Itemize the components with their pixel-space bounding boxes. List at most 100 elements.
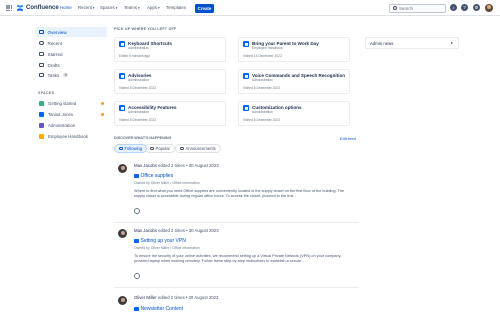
feed-author[interactable]: Max Jacobs [134,163,157,168]
feed-item-header: Oliver Miller edited 2 times • 30 August… [134,295,218,300]
draft-icon [39,62,44,68]
card-title: Customization options [252,104,302,110]
recent-page-card[interactable]: Advisories Administration Visited 8 Dece… [114,69,226,94]
chevron-down-icon: ▾ [92,6,95,10]
feed-item-header: Max Jacobs edited 2 times • 30 August 20… [134,228,219,233]
recent-page-card[interactable]: Bring your Parent to Work Day Employee H… [238,37,350,62]
recent-page-card[interactable]: Voice Commands and Speech Recognition Ad… [238,69,350,94]
card-meta: Visited 8 December 2023 [243,117,280,122]
add-reaction-icon[interactable] [134,273,140,279]
feed-item: Max Jacobs edited 2 times • 30 August 20… [114,163,359,218]
space-label: Employee Handbook [48,134,88,139]
space-item-tanisa-jones[interactable]: Tanisa Jones [35,110,107,119]
tab-label: Popular [155,146,170,151]
feed-author[interactable]: Max Jacobs [134,228,157,233]
recent-page-card[interactable]: Customization options Administration Vis… [238,101,350,126]
feed-page-title-text: Setting up your VPN [140,238,186,244]
space-label: Administration [48,123,76,128]
feed-page-title-text: Office supplies [140,173,174,179]
card-meta: Visited 8 December 2023 [243,85,280,90]
sidebar-item-starred[interactable]: Starred [35,49,107,59]
nav-apps[interactable]: Apps▾ [147,5,160,10]
avatar[interactable] [118,296,127,305]
tab-popular[interactable]: Popular [145,144,175,153]
recent-page-card[interactable]: Accessibility Features Administration Vi… [114,101,226,126]
brand-name: Confluence [26,5,59,11]
nav-home[interactable]: Home [60,5,72,10]
card-title: Voice Commands and Speech Recognition [252,72,346,78]
space-avatar-icon [39,134,44,139]
notification-bell-icon[interactable]: ♪ [450,4,457,11]
nav-teams[interactable]: Teams▾ [124,5,140,10]
card-space: Employee Handbook [252,46,283,50]
star-icon[interactable] [101,101,104,105]
pickup-section-title: PICK UP WHERE YOU LEFT OFF [114,27,177,31]
star-icon[interactable] [101,112,104,116]
admin-news-panel[interactable]: Admin news ▸ [365,37,459,49]
feed-owner: Owned by Oliver Miller • Office informat… [134,181,200,185]
card-title: Accessibility Features [128,104,177,110]
top-navigation: Confluence Home Recent▾ Spaces▾ Teams▾ A… [0,0,500,16]
feed-author[interactable]: Oliver Miller [134,295,157,300]
popular-icon [150,146,154,151]
space-item-getting-started[interactable]: Getting started [35,99,107,108]
space-avatar-icon [39,123,44,128]
sidebar-item-label: Recent [47,40,63,46]
chevron-down-icon: ▾ [158,6,160,10]
divider [114,222,359,223]
sidebar-item-recent[interactable]: Recent [35,38,107,48]
tab-following[interactable]: Following [114,144,148,153]
app-switcher-icon[interactable] [6,5,12,11]
edit-feed-link[interactable]: Edit feed [340,136,356,141]
tab-announcements[interactable]: Announcements [175,144,221,153]
page-icon [134,238,139,244]
space-item-employee-handbook[interactable]: Employee Handbook [35,132,107,141]
chevron-down-icon: ▾ [115,6,118,10]
confluence-logo-icon [16,4,24,12]
search-placeholder: Search [399,6,413,12]
nav-recent-label: Recent [78,5,92,10]
chevron-right-icon[interactable]: ▸ [451,40,453,45]
settings-gear-icon[interactable]: ⚙ [473,4,480,11]
feed-page-title[interactable]: Newsletter Content [134,306,183,312]
nav-spaces-label: Spaces [100,5,115,10]
recent-page-card[interactable]: Keyboard Shortcuts Administration Edited… [114,37,226,62]
nav-recent[interactable]: Recent▾ [78,5,95,10]
card-title: Bring your Parent to Work Day [252,40,319,46]
page-icon [243,41,249,47]
avatar[interactable] [118,229,127,238]
checkbox-icon [39,72,44,78]
tab-label: Announcements [185,146,216,151]
feed-page-title[interactable]: Office supplies [134,173,173,179]
nav-teams-label: Teams [124,5,137,10]
nav-spaces[interactable]: Spaces▾ [100,5,117,10]
confluence-logo[interactable]: Confluence [16,4,59,12]
card-meta: Edited 5 minutes ago [119,53,150,58]
feed-owner: Owned by Oliver Miller • Office informat… [134,246,200,250]
sidebar-item-label: Tasks [47,72,60,78]
sidebar-item-label: Overview [47,29,67,35]
clock-icon [39,40,44,46]
help-icon[interactable]: ? [461,4,468,11]
avatar[interactable] [118,164,127,173]
sidebar-item-drafts[interactable]: Drafts [35,60,107,70]
space-label: Getting started [48,101,77,106]
card-space: Administration [128,46,149,50]
create-button[interactable]: Create [195,3,214,13]
page-icon [119,105,125,111]
sidebar-item-tasks[interactable]: Tasks 0 [35,70,107,80]
feed-page-title[interactable]: Setting up your VPN [134,238,186,244]
card-space: Administration [128,78,149,82]
card-space: Administration [252,78,273,82]
space-item-administration[interactable]: Administration [35,121,107,130]
following-icon [119,146,123,151]
search-input[interactable]: Search [389,3,446,13]
discover-section-title: DISCOVER WHAT'S HAPPENING [114,136,172,140]
nav-templates[interactable]: Templates [166,5,186,10]
user-avatar[interactable] [485,3,493,12]
page-icon [243,73,249,79]
add-reaction-icon[interactable] [134,208,140,214]
sidebar-item-overview[interactable]: Overview [35,27,107,37]
space-label: Tanisa Jones [48,112,74,117]
admin-news-title: Admin news [370,40,394,46]
